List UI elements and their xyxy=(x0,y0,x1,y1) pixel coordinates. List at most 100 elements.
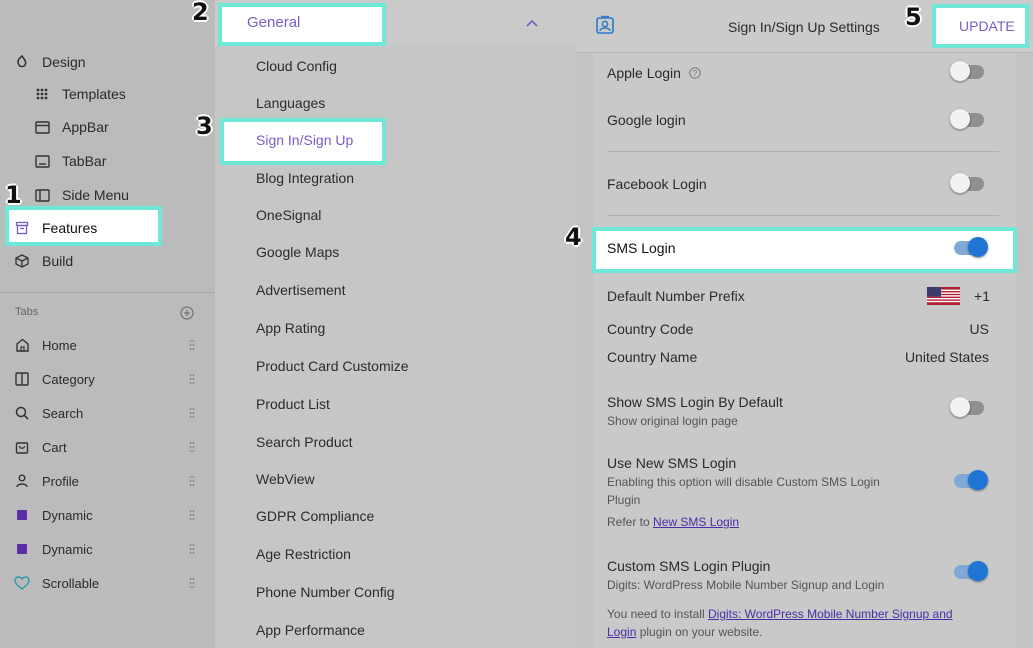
custom-plugin-label: Custom SMS Login Plugin xyxy=(607,558,771,574)
nav-appbar-label: AppBar xyxy=(62,119,109,135)
drag-handle-icon[interactable] xyxy=(189,475,195,487)
account-box-icon xyxy=(595,15,615,35)
left-sidebar: Design Templates AppBar TabBar Side Menu… xyxy=(0,0,215,648)
sms-login-toggle[interactable] xyxy=(952,237,988,259)
grid-icon xyxy=(34,86,50,102)
country-code-label: Country Code xyxy=(607,321,694,337)
refer-to-text: Refer to xyxy=(607,515,650,529)
home-icon xyxy=(14,337,30,353)
country-code-value: US xyxy=(969,321,989,337)
nav-features[interactable]: Features xyxy=(14,216,97,240)
tab-dynamic-1[interactable]: Dynamic xyxy=(14,504,199,526)
category-icon xyxy=(14,371,30,387)
add-tab-icon[interactable] xyxy=(180,306,194,320)
tab-category[interactable]: Category xyxy=(14,368,199,390)
dynamic-square-icon xyxy=(14,507,30,523)
drag-handle-icon[interactable] xyxy=(189,373,195,385)
callout-2: 2 xyxy=(192,0,209,26)
callout-3: 3 xyxy=(196,112,213,140)
tab-cart[interactable]: Cart xyxy=(14,436,199,458)
new-sms-toggle[interactable] xyxy=(952,470,988,492)
menu-item-search-product[interactable]: Search Product xyxy=(256,434,353,450)
update-button[interactable]: UPDATE xyxy=(959,18,1015,34)
tab-label: Profile xyxy=(42,473,79,489)
nav-appbar[interactable]: AppBar xyxy=(34,115,109,139)
menu-item-blog-integration[interactable]: Blog Integration xyxy=(256,170,354,186)
callout-1: 1 xyxy=(5,181,22,209)
new-sms-login-link[interactable]: New SMS Login xyxy=(653,515,739,529)
nav-sidemenu-label: Side Menu xyxy=(62,187,129,203)
nav-tabbar[interactable]: TabBar xyxy=(34,149,106,173)
tab-scrollable[interactable]: Scrollable xyxy=(14,572,199,594)
tab-search[interactable]: Search xyxy=(14,402,199,424)
menu-item-app-rating[interactable]: App Rating xyxy=(256,320,325,336)
tab-label: Scrollable xyxy=(42,575,100,591)
us-flag-icon[interactable] xyxy=(927,287,960,305)
tab-label: Cart xyxy=(42,439,67,455)
general-group-label[interactable]: General xyxy=(247,14,300,31)
menu-item-age-restriction[interactable]: Age Restriction xyxy=(256,546,351,562)
nav-templates-label: Templates xyxy=(62,86,126,102)
drag-handle-icon[interactable] xyxy=(189,543,195,555)
tab-label: Dynamic xyxy=(42,507,93,523)
menu-item-advertisement[interactable]: Advertisement xyxy=(256,282,345,298)
menu-item-gdpr[interactable]: GDPR Compliance xyxy=(256,508,374,524)
sidemenu-icon xyxy=(34,187,50,203)
nav-build-label: Build xyxy=(42,253,74,269)
nav-sidemenu[interactable]: Side Menu xyxy=(34,183,129,207)
menu-item-phone-number-config[interactable]: Phone Number Config xyxy=(256,584,395,600)
menu-item-languages[interactable]: Languages xyxy=(256,95,325,111)
tab-dynamic-2[interactable]: Dynamic xyxy=(14,538,199,560)
menu-item-cloud-config[interactable]: Cloud Config xyxy=(256,58,337,74)
country-name-value: United States xyxy=(904,349,989,365)
tab-profile[interactable]: Profile xyxy=(14,470,199,492)
drag-handle-icon[interactable] xyxy=(189,407,195,419)
facebook-login-toggle[interactable] xyxy=(950,173,986,195)
menu-item-signin-signup[interactable]: Sign In/Sign Up xyxy=(256,132,353,148)
menu-item-google-maps[interactable]: Google Maps xyxy=(256,244,339,260)
nav-tabbar-label: TabBar xyxy=(62,153,107,169)
tab-label: Search xyxy=(42,405,84,421)
callout-4: 4 xyxy=(565,223,582,251)
features-menu: General 2 Cloud Config Languages Sign In… xyxy=(192,0,577,648)
nav-design[interactable]: Design xyxy=(14,50,86,74)
cube-icon xyxy=(14,253,30,269)
settings-panel: Sign In/Sign Up Settings UPDATE 5 Apple … xyxy=(565,0,1033,648)
show-default-label: Show SMS Login By Default xyxy=(607,394,783,410)
apple-login-toggle[interactable] xyxy=(950,61,986,83)
menu-item-product-card[interactable]: Product Card Customize xyxy=(256,358,409,374)
custom-plugin-sub: Digits: WordPress Mobile Number Signup a… xyxy=(607,578,885,592)
drag-handle-icon[interactable] xyxy=(189,339,195,351)
custom-plugin-toggle[interactable] xyxy=(952,561,988,583)
menu-item-app-performance[interactable]: App Performance xyxy=(256,622,365,638)
menu-item-product-list[interactable]: Product List xyxy=(256,396,330,412)
tab-label: Category xyxy=(42,371,95,387)
prefix-label: Default Number Prefix xyxy=(607,288,745,304)
country-name-label: Country Name xyxy=(607,349,698,365)
drag-handle-icon[interactable] xyxy=(189,441,195,453)
divider xyxy=(607,151,999,152)
person-icon xyxy=(14,473,30,489)
cart-bag-icon xyxy=(14,439,30,455)
divider xyxy=(607,215,999,216)
google-login-toggle[interactable] xyxy=(950,109,986,131)
tabs-section-label: Tabs xyxy=(15,306,39,318)
drag-handle-icon[interactable] xyxy=(189,509,195,521)
tab-home[interactable]: Home xyxy=(14,334,199,356)
dynamic-square-icon xyxy=(14,541,30,557)
drag-handle-icon[interactable] xyxy=(189,577,195,589)
menu-item-onesignal[interactable]: OneSignal xyxy=(256,207,321,223)
nav-templates[interactable]: Templates xyxy=(34,82,126,106)
apple-login-label: Apple Login ? xyxy=(607,65,701,81)
help-icon[interactable]: ? xyxy=(689,66,701,79)
show-default-toggle[interactable] xyxy=(950,397,986,419)
menu-item-webview[interactable]: WebView xyxy=(256,471,315,487)
tab-label: Dynamic xyxy=(42,541,93,557)
features-box-icon xyxy=(14,220,30,236)
new-sms-label: Use New SMS Login xyxy=(607,455,737,471)
chevron-up-icon[interactable] xyxy=(525,15,539,27)
sidebar-divider xyxy=(0,292,215,293)
highlight-general xyxy=(218,3,386,46)
palette-icon xyxy=(14,54,30,70)
nav-build[interactable]: Build xyxy=(14,249,73,273)
